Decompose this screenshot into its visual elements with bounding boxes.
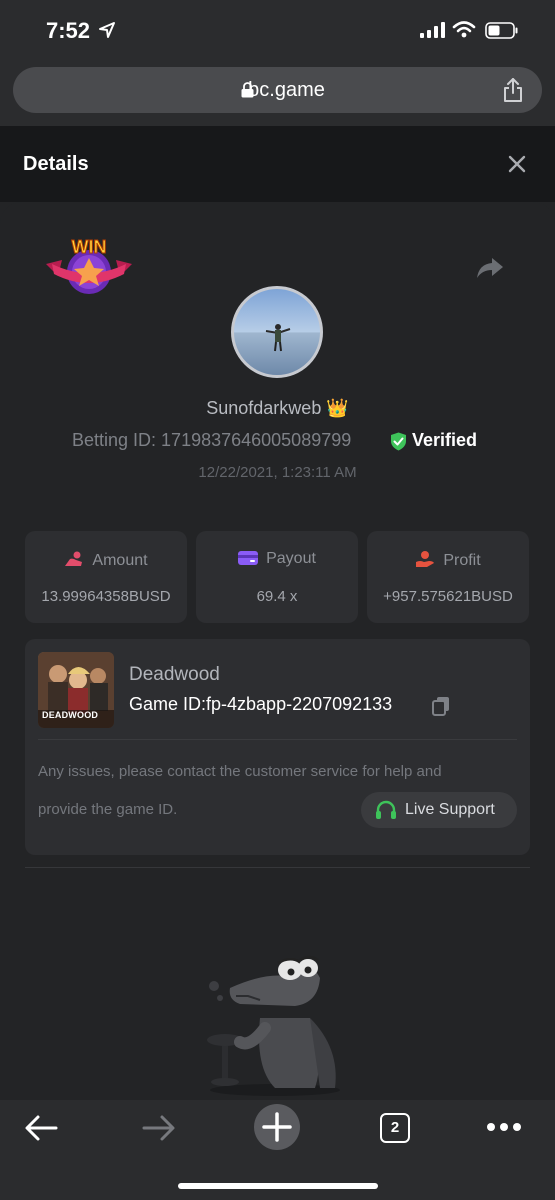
wifi-icon: [452, 21, 476, 38]
username: Sunofdarkweb 👑: [206, 398, 349, 418]
copy-icon[interactable]: [431, 696, 451, 716]
divider: [25, 867, 530, 868]
avatar: [231, 286, 323, 378]
live-support-button[interactable]: Live Support: [361, 792, 517, 828]
url-text: bc.game: [248, 79, 325, 101]
live-support-label: Live Support: [405, 801, 495, 818]
address-bar[interactable]: bc.game: [13, 67, 542, 113]
page-title: Details: [23, 153, 89, 175]
tabs-icon[interactable]: 2: [380, 1113, 410, 1143]
back-arrow-icon[interactable]: [24, 1114, 58, 1142]
browser-address-area: bc.game: [0, 60, 555, 126]
win-badge-text: WIN: [72, 237, 107, 257]
bet-datetime: 12/22/2021, 1:23:11 AM: [198, 464, 357, 481]
share-icon[interactable]: [502, 77, 524, 103]
home-indicator: [178, 1183, 378, 1189]
verified-badge: Verified: [390, 430, 477, 451]
stat-profit-label: Profit: [443, 552, 481, 569]
verified-shield-icon: [391, 432, 406, 451]
cellular-signal-icon: [420, 22, 445, 38]
divider: [38, 739, 517, 740]
status-time: 7:52: [46, 18, 91, 43]
support-note-line2: provide the game ID.: [38, 801, 178, 818]
share-arrow-icon[interactable]: [476, 256, 504, 280]
tab-count: 2: [390, 1119, 400, 1136]
new-tab-plus-icon[interactable]: [254, 1104, 300, 1150]
support-note-line1: Any issues, please contact the customer …: [38, 763, 442, 780]
browser-toolbar: 2: [0, 1100, 555, 1200]
location-arrow-icon: [99, 22, 115, 38]
stat-payout-label: Payout: [266, 550, 316, 567]
win-badge-icon: WIN: [46, 237, 132, 294]
game-name[interactable]: Deadwood: [129, 664, 220, 686]
stat-profit: Profit +957.575621BUSD: [367, 531, 529, 623]
status-bar: 7:52: [0, 0, 555, 60]
betting-id: Betting ID: 1719837646005089799: [72, 430, 352, 450]
stat-amount: Amount 13.99964358BUSD: [25, 531, 187, 623]
verified-label: Verified: [412, 430, 478, 450]
battery-icon: [485, 22, 518, 39]
close-icon[interactable]: [507, 154, 527, 174]
headphones-icon: [376, 800, 396, 819]
game-id: Game ID:fp-4zbapp-2207092133: [129, 694, 393, 714]
stat-amount-label: Amount: [92, 552, 148, 569]
stat-profit-value: +957.575621BUSD: [383, 588, 513, 605]
details-header: Details: [0, 126, 555, 202]
game-card: DEADWOOD Deadwood Game ID:fp-4zbapp-2207…: [25, 639, 530, 855]
game-thumb-label: DEADWOOD: [42, 710, 99, 720]
crocodile-mascot-icon: [207, 955, 340, 1096]
more-icon[interactable]: [486, 1122, 522, 1132]
game-thumbnail[interactable]: DEADWOOD: [38, 652, 114, 728]
stat-amount-value: 13.99964358BUSD: [41, 588, 171, 605]
stat-payout-value: 69.4 x: [256, 588, 298, 605]
wallet-card-icon: [238, 551, 259, 565]
forward-arrow-icon[interactable]: [142, 1114, 176, 1142]
coins-hand-icon: [65, 551, 83, 566]
hand-coin-icon: [416, 551, 435, 567]
stat-payout: Payout 69.4 x: [196, 531, 358, 623]
